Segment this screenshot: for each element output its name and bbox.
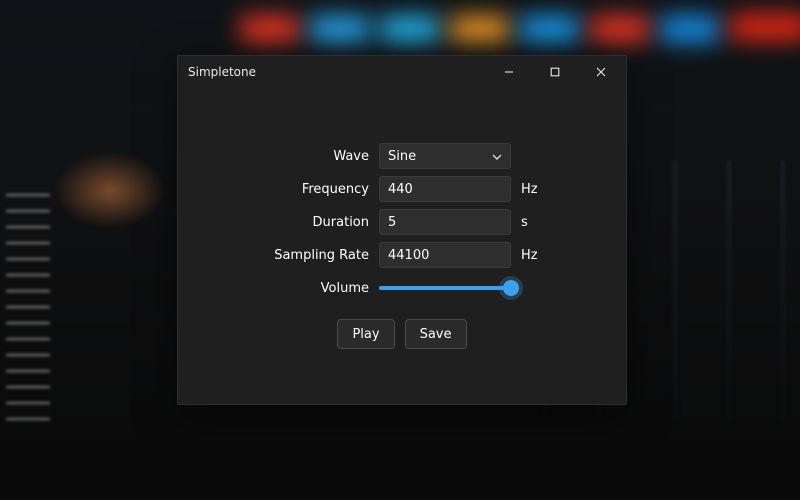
frequency-label: Frequency [253,182,369,197]
wave-select-value: Sine [388,149,416,164]
frequency-input[interactable] [379,176,511,202]
play-button[interactable]: Play [337,319,394,349]
chevron-down-icon [492,151,502,161]
button-row: Play Save [337,319,466,349]
save-button[interactable]: Save [405,319,467,349]
duration-unit: s [521,215,551,230]
wave-select[interactable]: Sine [379,143,511,169]
slider-thumb[interactable] [503,280,519,296]
slider-fill [379,286,511,290]
titlebar[interactable]: Simpletone [178,56,626,88]
window-content: Wave Sine Frequency Hz Duration s Sampli… [178,88,626,404]
app-window: Simpletone Wave Sine Frequency Hz Durati… [177,55,627,405]
close-icon [596,67,606,77]
duration-label: Duration [253,215,369,230]
maximize-button[interactable] [532,56,578,88]
volume-label: Volume [253,281,369,296]
frequency-unit: Hz [521,182,551,197]
sampling-rate-input[interactable] [379,242,511,268]
window-title: Simpletone [188,65,486,79]
tone-form: Wave Sine Frequency Hz Duration s Sampli… [253,143,551,301]
minimize-icon [504,67,514,77]
sampling-rate-unit: Hz [521,248,551,263]
maximize-icon [550,67,560,77]
wave-label: Wave [253,149,369,164]
close-button[interactable] [578,56,624,88]
minimize-button[interactable] [486,56,532,88]
sampling-rate-label: Sampling Rate [253,248,369,263]
volume-slider[interactable] [379,275,511,301]
duration-input[interactable] [379,209,511,235]
